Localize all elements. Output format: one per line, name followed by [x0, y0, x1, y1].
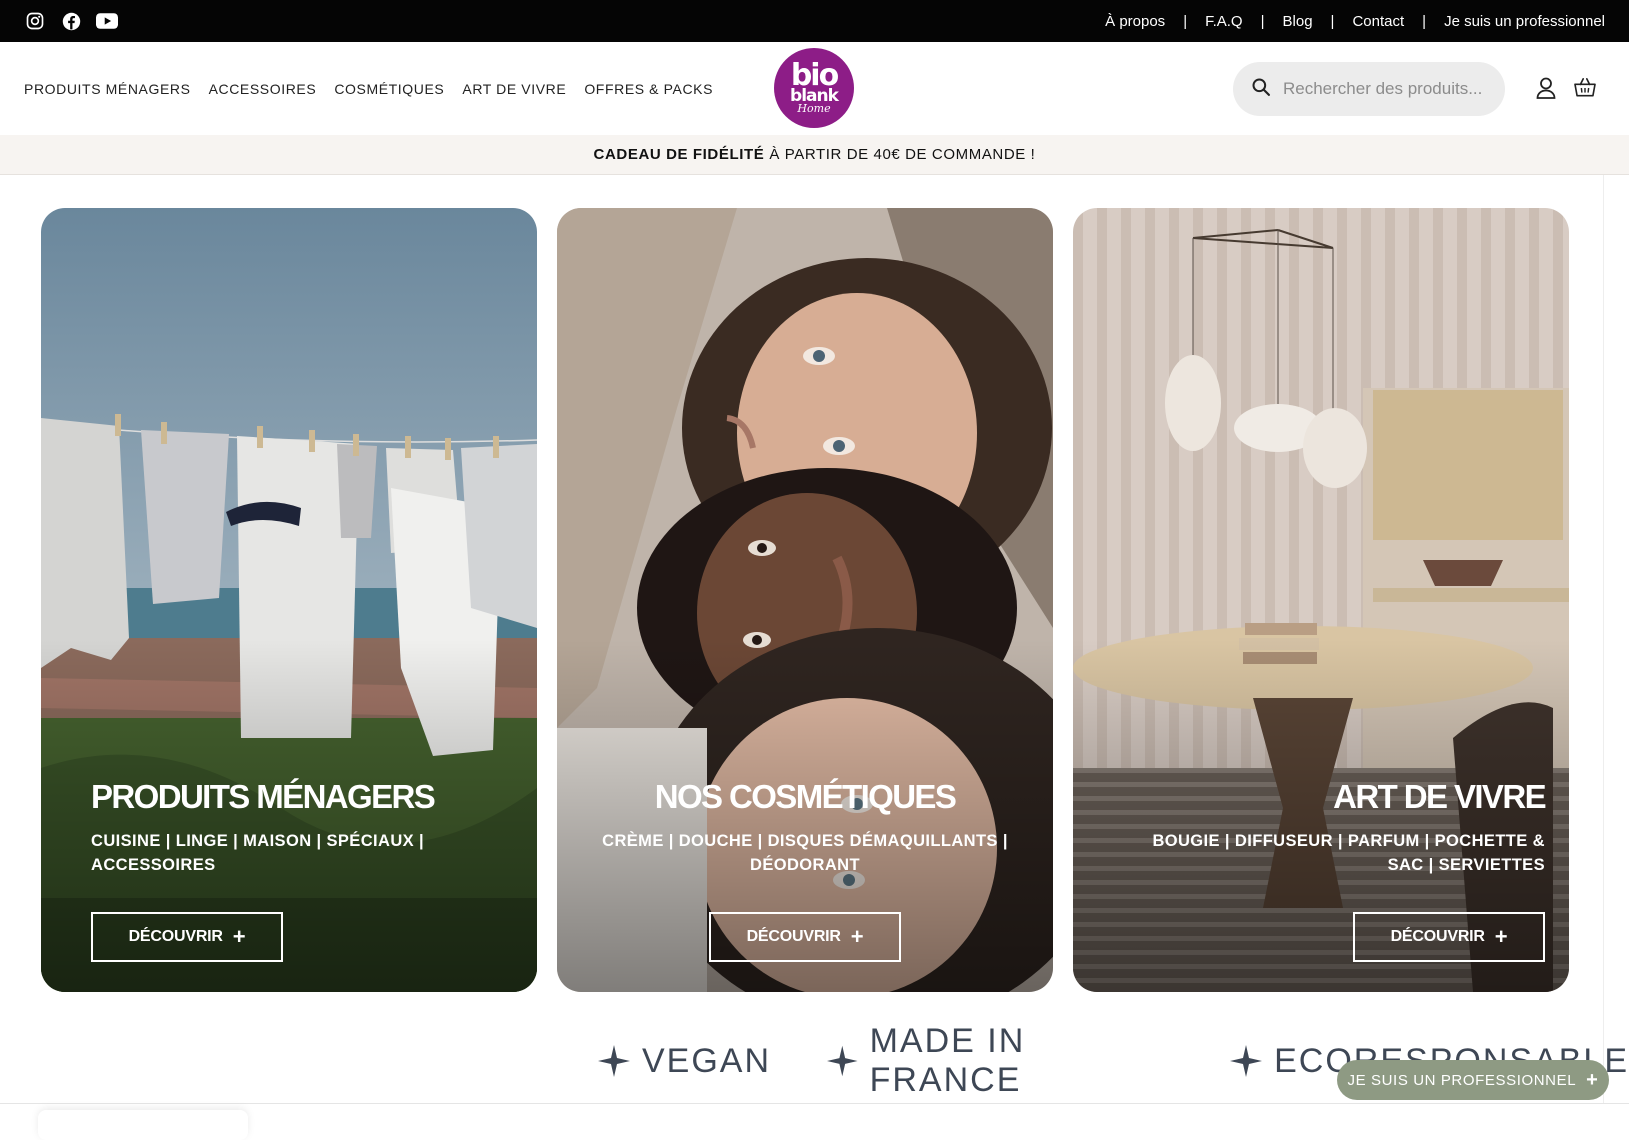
- sparkle-icon: [598, 1045, 630, 1077]
- contact-link[interactable]: Contact: [1352, 13, 1404, 30]
- main-nav: PRODUITS MÉNAGERS ACCESSOIRES COSMÉTIQUE…: [24, 42, 713, 135]
- section-divider: [0, 1103, 1629, 1104]
- plus-icon: +: [1586, 1068, 1599, 1091]
- nav-item-offres-packs[interactable]: OFFRES & PACKS: [584, 81, 713, 97]
- category-card-produits-menagers[interactable]: PRODUITS MÉNAGERS CUISINE | LINGE | MAIS…: [41, 208, 537, 992]
- promo-highlight: CADEAU DE FIDÉLITÉ: [593, 146, 765, 163]
- professional-link[interactable]: Je suis un professionnel: [1444, 13, 1605, 30]
- discover-button[interactable]: DÉCOUVRIR +: [91, 912, 283, 962]
- value-item-made-in-france: MADE IN FRANCE: [827, 1022, 1174, 1100]
- sparkle-icon: [1230, 1045, 1263, 1077]
- card-subtitle: CRÈME | DOUCHE | DISQUES DÉMAQUILLANTS |…: [602, 832, 1008, 874]
- discover-button[interactable]: DÉCOUVRIR +: [1353, 912, 1545, 962]
- promo-banner: CADEAU DE FIDÉLITÉ À PARTIR DE 40€ DE CO…: [0, 135, 1629, 175]
- card-subtitle: BOUGIE | DIFFUSEUR | PARFUM | POCHETTE &…: [1152, 832, 1545, 874]
- discover-button[interactable]: DÉCOUVRIR +: [709, 912, 901, 962]
- separator: |: [1260, 12, 1265, 30]
- search-bar[interactable]: [1233, 62, 1505, 116]
- brand-logo[interactable]: bio blank Home: [774, 48, 854, 128]
- instagram-icon[interactable]: [24, 10, 46, 32]
- plus-icon: +: [850, 924, 864, 949]
- value-label: MADE IN FRANCE: [869, 1022, 1026, 1099]
- search-icon[interactable]: [1251, 77, 1271, 102]
- logo-text-line3: Home: [797, 102, 831, 116]
- sparkle-icon: [827, 1045, 858, 1077]
- logo-text-line1: bio: [790, 57, 839, 93]
- blog-link[interactable]: Blog: [1283, 13, 1313, 30]
- value-label: VEGAN: [642, 1041, 772, 1080]
- card-subtitle: CUISINE | LINGE | MAISON | SPÉCIAUX | AC…: [91, 832, 425, 874]
- plus-icon: +: [232, 924, 246, 949]
- promo-text: À PARTIR DE 40€ DE COMMANDE !: [769, 146, 1036, 163]
- separator: |: [1330, 12, 1335, 30]
- category-card-art-de-vivre[interactable]: ART DE VIVRE BOUGIE | DIFFUSEUR | PARFUM…: [1073, 208, 1569, 992]
- discover-button-label: DÉCOUVRIR: [128, 928, 223, 945]
- nav-item-art-de-vivre[interactable]: ART DE VIVRE: [462, 81, 566, 97]
- nav-item-accessoires[interactable]: ACCESSOIRES: [209, 81, 317, 97]
- facebook-icon[interactable]: [60, 10, 82, 32]
- separator: |: [1183, 12, 1188, 30]
- professional-button-label: JE SUIS UN PROFESSIONNEL: [1347, 1071, 1577, 1089]
- value-item-vegan: VEGAN: [598, 1042, 771, 1081]
- youtube-icon[interactable]: [96, 10, 118, 32]
- nav-item-produits-menagers[interactable]: PRODUITS MÉNAGERS: [24, 81, 191, 97]
- account-icon[interactable]: [1534, 76, 1558, 100]
- category-card-cosmetiques[interactable]: NOS COSMÉTIQUES CRÈME | DOUCHE | DISQUES…: [557, 208, 1053, 992]
- plus-icon: +: [1494, 924, 1508, 949]
- top-links: À propos | F.A.Q | Blog | Contact | Je s…: [1105, 13, 1605, 30]
- professional-floating-button[interactable]: JE SUIS UN PROFESSIONNEL +: [1337, 1060, 1609, 1100]
- about-link[interactable]: À propos: [1105, 13, 1165, 30]
- faq-link[interactable]: F.A.Q: [1205, 13, 1243, 30]
- discover-button-label: DÉCOUVRIR: [746, 928, 841, 945]
- bottom-widget[interactable]: [38, 1110, 248, 1140]
- social-links: [24, 10, 118, 32]
- top-bar: À propos | F.A.Q | Blog | Contact | Je s…: [0, 0, 1629, 42]
- search-input[interactable]: [1283, 79, 1493, 99]
- card-title: PRODUITS MÉNAGERS: [91, 778, 436, 815]
- separator: |: [1422, 12, 1427, 30]
- card-title: NOS COSMÉTIQUES: [654, 778, 957, 815]
- discover-button-label: DÉCOUVRIR: [1390, 928, 1485, 945]
- cart-icon[interactable]: [1573, 76, 1597, 100]
- content-edge-divider: [1603, 175, 1604, 1103]
- card-title: ART DE VIVRE: [1333, 778, 1546, 815]
- site-header: PRODUITS MÉNAGERS ACCESSOIRES COSMÉTIQUE…: [0, 42, 1629, 135]
- nav-item-cosmetiques[interactable]: COSMÉTIQUES: [334, 81, 444, 97]
